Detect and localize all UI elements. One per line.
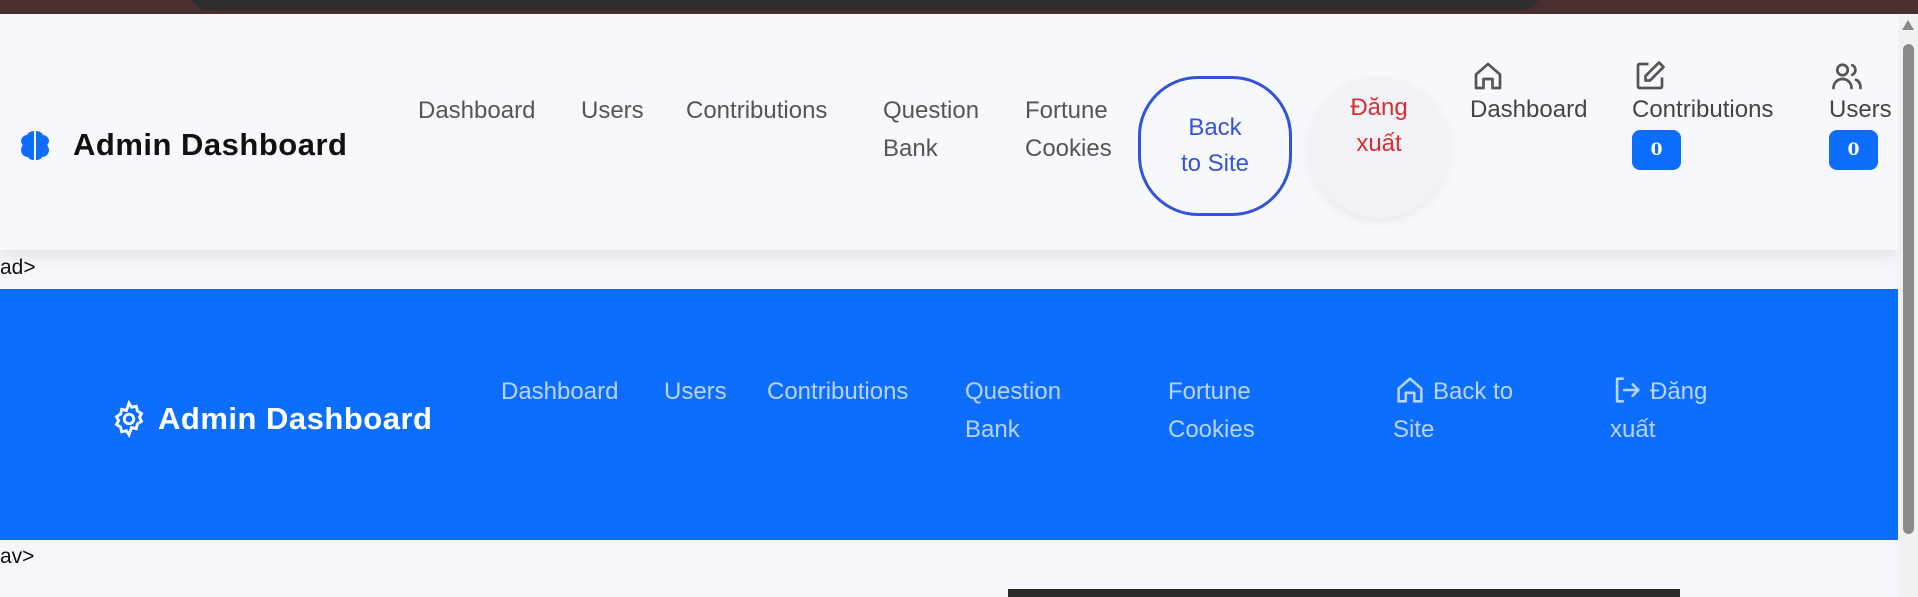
brand-blue-title: Admin Dashboard [158,401,433,436]
icon-link-contributions[interactable]: Contributions 0 [1632,58,1773,170]
admin-navbar-blue: Admin Dashboard Dashboard Users Contribu… [0,289,1898,540]
brain-icon [21,131,49,160]
blue-nav-back-to-site[interactable]: Back to Site [1393,373,1543,449]
nav-contributions[interactable]: Contributions [686,92,827,130]
logout-button[interactable]: Đăng xuất [1308,76,1450,218]
blue-nav-dashboard[interactable]: Dashboard [501,373,618,411]
blue-nav-users[interactable]: Users [664,373,727,411]
edit-icon [1636,61,1665,90]
dark-content-panel [1008,589,1680,597]
nav-dashboard[interactable]: Dashboard [418,92,535,130]
icon-link-users[interactable]: Users 0 [1829,58,1892,170]
icon-link-dashboard-label: Dashboard [1470,96,1588,123]
nav-users[interactable]: Users [581,92,644,130]
contributions-count-badge: 0 [1632,130,1681,170]
brand-blue[interactable]: Admin Dashboard [110,400,432,438]
blue-nav-question-bank[interactable]: Question Bank [965,373,1085,449]
gear-icon [114,400,144,438]
home-icon [1397,377,1423,403]
browser-top-strip [0,0,1918,14]
blue-nav-logout[interactable]: Đăng xuất [1610,373,1740,449]
users-icon [1832,63,1862,90]
back-to-site-label: Back to Site [1180,114,1250,177]
stray-text-header: ad> [0,256,36,279]
logout-label: Đăng xuất [1350,94,1408,157]
nav-question-bank[interactable]: Question Bank [883,92,1003,168]
scrollbar[interactable] [1898,14,1918,597]
blue-nav-fortune-cookies[interactable]: Fortune Cookies [1168,373,1278,449]
icon-link-contributions-label: Contributions [1632,96,1774,123]
admin-header: Admin Dashboard Dashboard Users Contribu… [0,14,1898,250]
home-icon [1474,62,1502,90]
icon-link-dashboard[interactable]: Dashboard [1470,58,1587,124]
brand-title: Admin Dashboard [73,127,348,162]
logout-icon [1615,377,1640,403]
back-to-site-button[interactable]: Back to Site [1138,76,1292,216]
scroll-up-icon[interactable] [1902,20,1914,30]
stray-text-nav: av> [0,545,35,568]
nav-fortune-cookies[interactable]: Fortune Cookies [1025,92,1135,168]
users-count-badge: 0 [1829,130,1878,170]
blue-nav-contributions[interactable]: Contributions [767,373,908,411]
brand[interactable]: Admin Dashboard [17,127,347,163]
icon-link-users-label: Users [1829,96,1892,123]
scrollbar-thumb[interactable] [1903,44,1914,534]
browser-tab [190,0,1540,10]
